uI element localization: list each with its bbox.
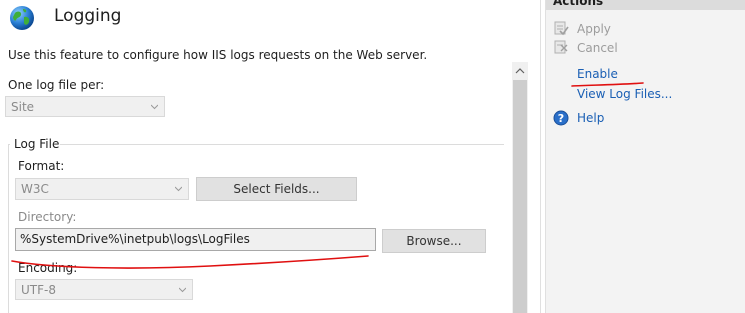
red-underline-annotation [11,255,369,269]
select-fields-button[interactable]: Select Fields... [196,177,357,201]
apply-icon [554,21,569,36]
chevron-down-icon [151,104,158,110]
feature-description: Use this feature to configure how IIS lo… [8,48,428,62]
page-title: Logging [54,6,122,26]
actions-pane [546,0,745,313]
chevron-down-icon [175,186,182,192]
scroll-up-icon[interactable] [512,62,528,80]
encoding-select[interactable]: UTF-8 [15,279,193,300]
format-label: Format: [18,159,65,173]
one-log-file-per-value: Site [11,100,35,114]
one-log-file-per-label: One log file per: [8,78,105,92]
encoding-value: UTF-8 [21,283,56,297]
one-log-file-per-select[interactable]: Site [5,96,165,117]
svg-text:?: ? [558,112,564,125]
help-icon: ? [553,110,569,126]
browse-button[interactable]: Browse... [382,229,486,253]
cancel-icon [554,40,568,54]
main-pane: Logging Use this feature to configure ho… [0,0,530,313]
view-log-files-action[interactable]: View Log Files... [577,87,672,101]
directory-input[interactable]: %SystemDrive%\inetpub\logs\LogFiles [15,228,376,251]
apply-action[interactable]: Apply [577,22,611,36]
group-border-left [8,144,9,313]
cancel-action[interactable]: Cancel [577,41,618,55]
format-select[interactable]: W3C [15,178,189,200]
group-border-top [60,144,504,145]
globe-icon [10,6,34,30]
chevron-down-icon [179,287,186,293]
enable-action[interactable]: Enable [577,67,618,81]
actions-title: Actions [553,0,604,8]
directory-label: Directory: [18,210,77,224]
format-value: W3C [21,182,49,196]
scrollbar-thumb[interactable] [513,80,527,313]
log-file-group-label: Log File [14,137,60,151]
help-action[interactable]: Help [577,111,604,125]
